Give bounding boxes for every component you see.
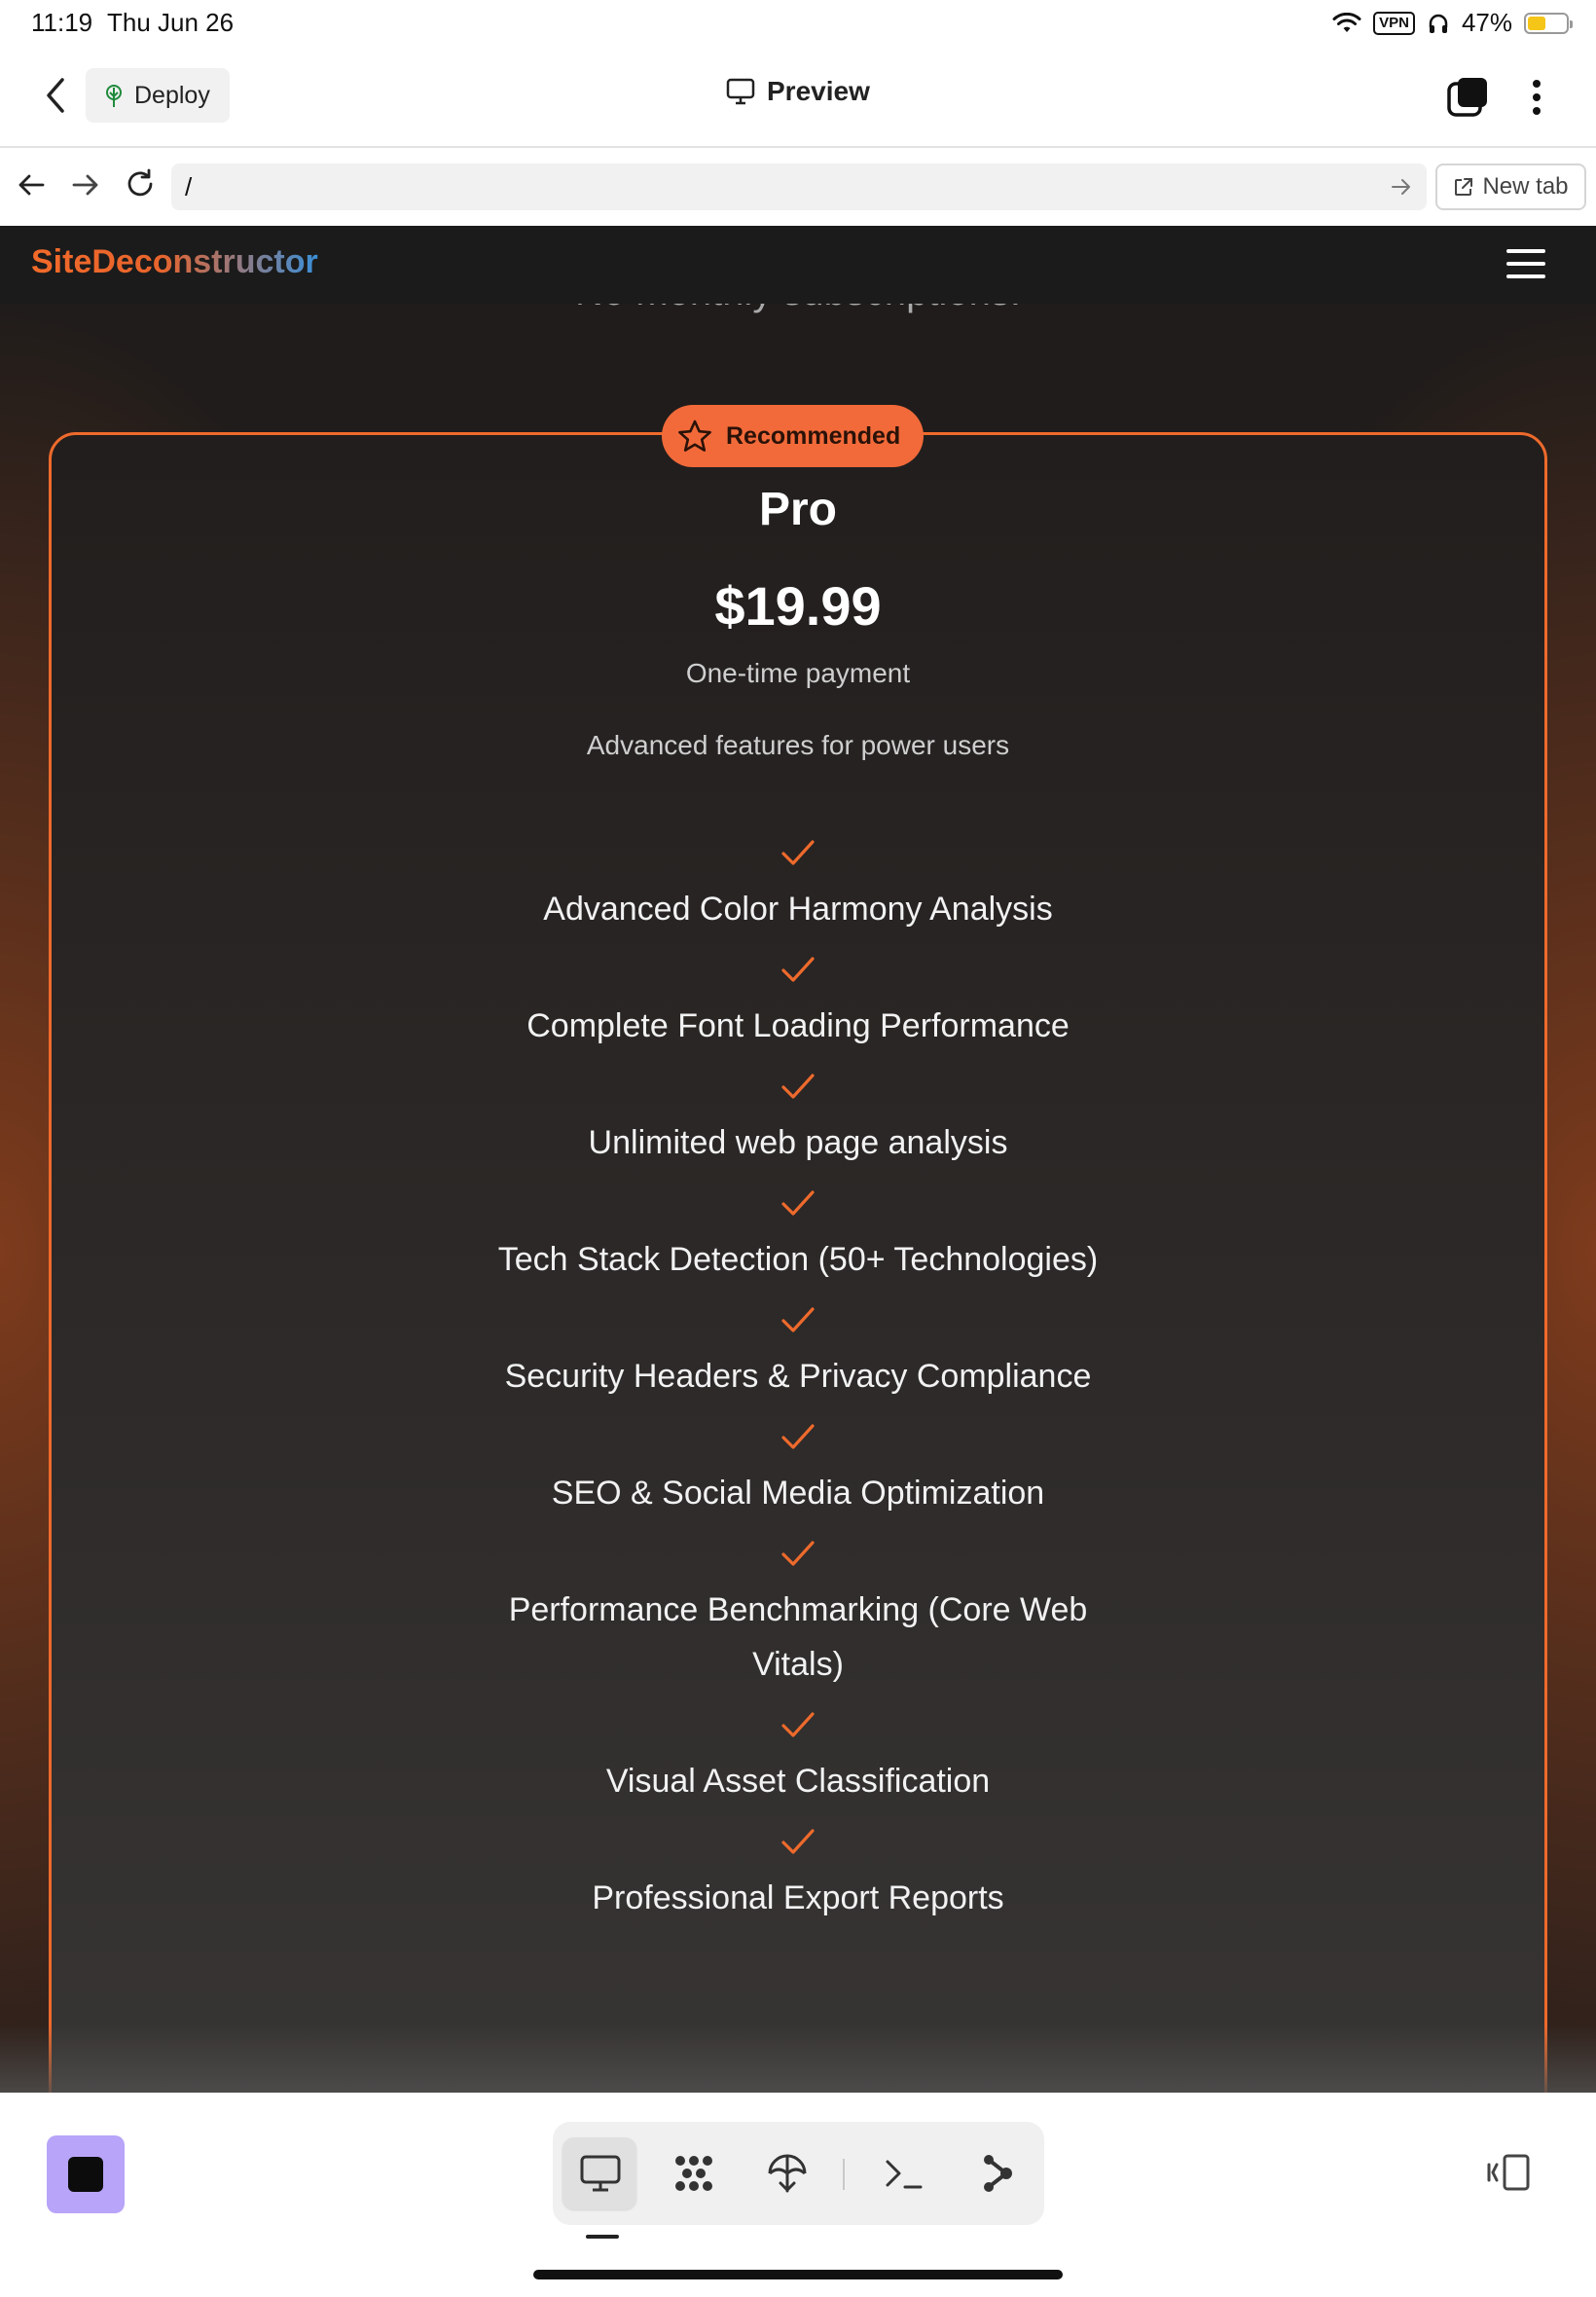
preview-tab[interactable] — [562, 2137, 636, 2209]
status-indicators: VPN 47% — [1332, 8, 1573, 38]
feature-item: SEO & Social Media Optimization — [496, 1419, 1100, 1536]
check-icon — [781, 957, 815, 982]
plan-price: $19.99 — [714, 575, 882, 637]
url-go-arrow-icon[interactable] — [1390, 175, 1413, 199]
console-tab[interactable] — [866, 2137, 940, 2209]
recommended-label: Recommended — [726, 421, 901, 450]
more-options-icon[interactable] — [1520, 74, 1553, 121]
terminal-icon — [886, 2160, 923, 2189]
side-panel-icon[interactable] — [1485, 2153, 1532, 2192]
check-icon — [781, 1424, 815, 1449]
feature-item: Visual Asset Classification — [496, 1707, 1100, 1824]
monitor-icon — [726, 78, 755, 105]
grid-blocks-icon — [675, 2156, 712, 2191]
reload-icon[interactable] — [123, 167, 158, 202]
feature-item: Tech Stack Detection (50+ Technologies) — [496, 1185, 1100, 1302]
battery-icon — [1524, 12, 1573, 34]
wifi-icon — [1332, 12, 1361, 32]
feature-text: Complete Font Loading Performance — [526, 1007, 1070, 1044]
check-icon — [781, 1829, 815, 1854]
vpn-badge: VPN — [1373, 11, 1415, 35]
active-tab-indicator — [586, 2235, 619, 2239]
deploy-umbrella-icon — [768, 2154, 807, 2193]
feature-item: Security Headers & Privacy Compliance — [496, 1302, 1100, 1419]
web-viewport: No monthly subscriptions! SiteDeconstruc… — [0, 226, 1596, 2093]
stop-button[interactable] — [47, 2135, 125, 2213]
deploy-label: Deploy — [134, 81, 210, 109]
feature-item: Professional Export Reports — [496, 1824, 1100, 1941]
feature-text: Visual Asset Classification — [605, 1763, 991, 1800]
deploy-tab[interactable] — [749, 2137, 823, 2209]
url-value: / — [185, 172, 193, 201]
feature-list: Advanced Color Harmony Analysis Complete… — [0, 835, 1596, 1941]
feature-text: Security Headers & Privacy Compliance — [504, 1358, 1092, 1395]
deploy-tree-icon — [106, 85, 122, 107]
check-icon — [781, 840, 815, 865]
git-branch-icon — [984, 2155, 1012, 2192]
status-date: Thu Jun 26 — [107, 8, 235, 37]
plan-description: Advanced features for power users — [586, 730, 1010, 760]
feature-item: Complete Font Loading Performance — [496, 952, 1100, 1069]
check-icon — [781, 1190, 815, 1216]
plan-name: Pro — [758, 484, 837, 535]
stop-icon — [68, 2157, 103, 2192]
new-tab-label: New tab — [1482, 173, 1569, 200]
external-link-icon — [1455, 178, 1473, 196]
site-header: SiteDeconstructor — [0, 226, 1596, 304]
url-bar: / New tab — [0, 148, 1596, 228]
feature-text: Performance Benchmarking (Core Web Vital… — [508, 1591, 1088, 1683]
tabs-switcher-icon[interactable] — [1446, 76, 1489, 119]
recommended-badge: Recommended — [662, 405, 925, 467]
feature-text: SEO & Social Media Optimization — [551, 1475, 1045, 1512]
switcher-divider — [843, 2159, 845, 2190]
feature-text: Professional Export Reports — [592, 1879, 1004, 1916]
apps-tab[interactable] — [656, 2137, 730, 2209]
brand-logo[interactable]: SiteDeconstructor — [31, 243, 318, 281]
feature-text: Unlimited web page analysis — [588, 1124, 1008, 1161]
check-icon — [781, 1307, 815, 1332]
headphones-icon — [1429, 14, 1448, 33]
feature-item: Performance Benchmarking (Core Web Vital… — [496, 1536, 1100, 1707]
scroll-fade — [0, 2024, 1596, 2093]
nav-forward-icon[interactable] — [68, 167, 103, 202]
check-icon — [781, 1712, 815, 1737]
feature-item: Advanced Color Harmony Analysis — [496, 835, 1100, 952]
feature-item: Unlimited web page analysis — [496, 1069, 1100, 1185]
preview-title-text: Preview — [767, 76, 870, 106]
git-tab[interactable] — [960, 2137, 1034, 2209]
preview-title: Preview — [726, 76, 870, 107]
app-toolbar: Deploy Preview — [0, 47, 1596, 148]
status-bar: 11:19 Thu Jun 26 VPN 47% — [0, 0, 1596, 47]
battery-fill — [1528, 16, 1545, 30]
nav-back-icon[interactable] — [14, 167, 49, 202]
bottom-dock — [0, 2093, 1596, 2297]
check-icon — [781, 1541, 815, 1566]
feature-text: Advanced Color Harmony Analysis — [543, 891, 1053, 928]
plan-payment-type: One-time payment — [685, 658, 911, 688]
url-input[interactable]: / — [171, 164, 1427, 210]
deploy-button[interactable]: Deploy — [86, 68, 230, 123]
view-switcher — [553, 2122, 1044, 2225]
status-time: 11:19 — [31, 8, 93, 37]
home-indicator — [533, 2270, 1063, 2279]
hamburger-menu-icon[interactable] — [1506, 249, 1545, 278]
check-icon — [781, 1074, 815, 1099]
battery-percent: 47% — [1461, 8, 1512, 37]
back-chevron-icon[interactable] — [37, 74, 76, 117]
new-tab-button[interactable]: New tab — [1435, 164, 1586, 210]
feature-text: Tech Stack Detection (50+ Technologies) — [497, 1241, 1099, 1278]
star-icon — [678, 419, 711, 452]
monitor-icon — [580, 2155, 621, 2192]
